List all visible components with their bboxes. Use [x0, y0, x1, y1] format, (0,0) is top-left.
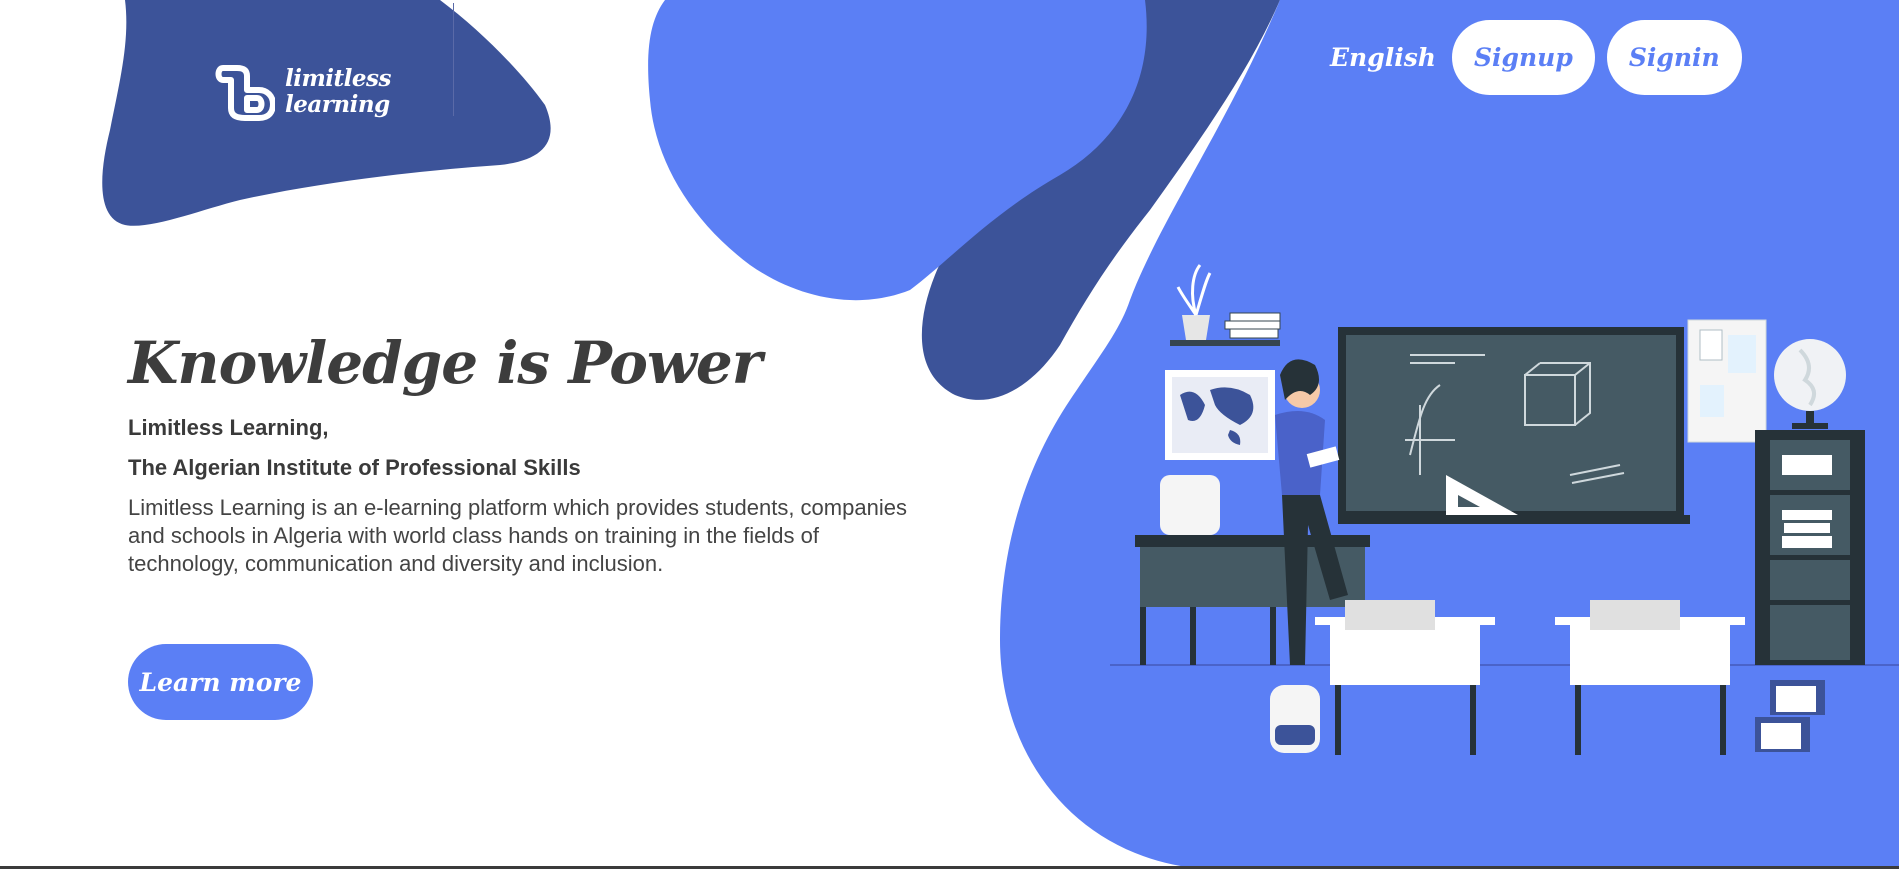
logo-mark-icon: [215, 65, 275, 121]
backpack-icon: [1270, 685, 1320, 753]
logo-text: limitless learning: [285, 66, 391, 118]
student-desk-icon-1: [1315, 600, 1495, 755]
hero-description: Limitless Learning is an e-learning plat…: [128, 495, 907, 576]
learn-more-button[interactable]: Learn more: [128, 644, 313, 720]
logo-line-2: learning: [285, 91, 390, 118]
cabinet-icon: [1755, 430, 1865, 665]
chalkboard-icon: [1338, 327, 1690, 524]
student-desk-icon-2: [1555, 600, 1745, 755]
header-divider: [453, 3, 454, 116]
hero-title: Knowledge is Power: [128, 329, 762, 397]
hero-section: Knowledge is Power Limitless Learning, T…: [128, 330, 908, 578]
top-nav: English Signup Signin: [1330, 20, 1742, 95]
language-selector[interactable]: English: [1330, 43, 1436, 72]
hero-subtitle-line-1: Limitless Learning,: [128, 415, 329, 440]
brand-logo[interactable]: limitless learning: [215, 62, 391, 122]
storage-boxes-icon: [1755, 680, 1825, 752]
hero-subtitle-line-2: The Algerian Institute of Professional S…: [128, 455, 581, 480]
hero-subtitle: Limitless Learning, The Algerian Institu…: [128, 408, 908, 488]
wall-shelf-icon: [1170, 264, 1281, 346]
logo-line-1: limitless: [285, 65, 391, 92]
globe-icon: [1774, 339, 1846, 429]
signin-button[interactable]: Signin: [1606, 20, 1742, 95]
world-map-icon: [1165, 370, 1275, 460]
notice-board-icon: [1687, 319, 1767, 443]
signup-button[interactable]: Signup: [1451, 20, 1595, 95]
classroom-teacher-illustration: [1110, 264, 1899, 755]
